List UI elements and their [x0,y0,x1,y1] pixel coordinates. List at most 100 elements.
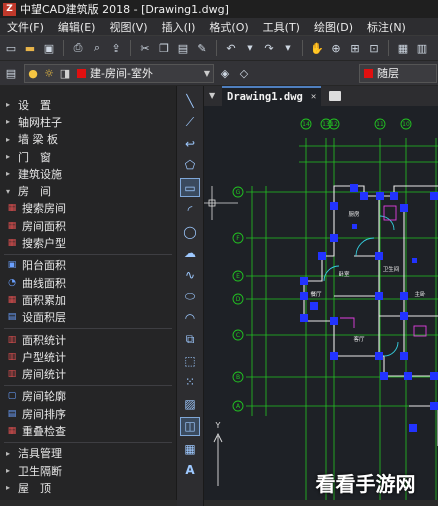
save-icon[interactable]: ▣ [41,40,57,56]
revision-cloud-icon[interactable]: ☁ [181,245,199,262]
panel-group-doors-windows[interactable]: ▸ 门 窗 [0,148,176,165]
chevron-right-icon: ▸ [6,100,11,110]
panel-group-partitions[interactable]: ▸ 卫生隔断 [0,462,176,479]
panel-group-settings[interactable]: ▸ 设 置 [0,96,176,113]
tab-menu-icon[interactable]: ▼ [209,91,215,100]
zoom-window-icon[interactable]: ⊞ [347,40,363,56]
polyline-tool-icon[interactable]: ↩ [181,135,199,152]
menu-tools[interactable]: 工具(T) [256,19,307,35]
tool-curve-area[interactable]: ◔ 曲线面积 [0,274,176,291]
menu-dimension[interactable]: 标注(N) [360,19,413,35]
zoom-previous-icon[interactable]: ⊡ [366,40,382,56]
panel-group-axis[interactable]: ▸ 轴网柱子 [0,113,176,130]
axis-label-top: 14 [302,121,310,128]
tool-balcony-area[interactable]: ▣ 阳台面积 [0,257,176,274]
room-label: 餐厅 [310,290,322,298]
column-block [360,192,368,200]
line-tool-icon[interactable]: ╲ [181,92,199,109]
new-tab-icon[interactable] [329,91,342,101]
region-tool-icon[interactable]: ◫ [180,416,200,436]
zoom-realtime-icon[interactable]: ⊕ [328,40,344,56]
toolbar-divider [216,40,217,56]
properties-icon[interactable]: ▦ [395,40,411,56]
tool-search-unit-type[interactable]: ▦ 搜索户型 [0,234,176,251]
copy-icon[interactable]: ❐ [156,40,172,56]
redo-icon[interactable]: ↷ [261,40,277,56]
tool-label: 设面积层 [22,311,66,325]
spline-tool-icon[interactable]: ∿ [181,266,199,283]
panel-group-walls[interactable]: ▸ 墙 梁 板 [0,131,176,148]
column-block [412,258,417,263]
design-center-icon[interactable]: ▥ [414,40,430,56]
panel-divider [4,441,172,443]
app-logo-icon[interactable]: Z [3,2,16,16]
open-folder-icon[interactable]: ▬ [22,40,38,56]
ellipse-arc-icon[interactable]: ◠ [181,309,199,326]
color-dropdown[interactable]: 随层 [359,63,437,83]
fixture-outline [383,205,397,221]
draw-tool-palette: ╲ ⟋ ↩ ⬠ ▭ ◜ ◯ ☁ ∿ ⬭ ◠ ⧉ ⬚ ⁙ ▨ ◫ ▦ A [177,86,204,506]
panel-group-rooms[interactable]: ▾ 房 间 [0,182,176,199]
panel-group-facilities[interactable]: ▸ 建筑设施 [0,165,176,182]
tab-drawing1[interactable]: Drawing1.dwg ✕ [222,86,322,106]
tool-unit-statistics[interactable]: ▥ 户型统计 [0,348,176,365]
print-icon[interactable]: ⎙ [70,40,86,56]
point-tool-icon[interactable]: ⁙ [181,374,199,391]
arc-tool-icon[interactable]: ◜ [181,202,199,219]
floor-plan-drawing[interactable]: 14 13 12 11 10 G F E D C B A 厨房 餐厅 卧室 卫生… [204,106,438,500]
undo-dropdown-icon[interactable]: ▼ [242,40,258,56]
multiline-text-icon[interactable]: A [181,462,199,479]
circle-tool-icon[interactable]: ◯ [181,223,199,240]
publish-icon[interactable]: ⇪ [108,40,124,56]
tool-area-statistics[interactable]: ▥ 面积统计 [0,331,176,348]
architecture-tool-panel: ▸ 设 置 ▸ 轴网柱子 ▸ 墙 梁 板 ▸ 门 窗 ▸ 建筑设施 ▾ 房 间 … [0,86,177,500]
layer-previous-icon[interactable]: ◇ [236,65,252,81]
make-block-icon[interactable]: ⬚ [181,352,199,369]
menu-format[interactable]: 格式(O) [202,19,255,35]
match-properties-icon[interactable]: ✎ [194,40,210,56]
panel-group-label: 建筑设施 [18,167,62,181]
make-layer-current-icon[interactable]: ◈ [217,65,233,81]
menu-edit[interactable]: 编辑(E) [51,19,103,35]
tool-room-outline[interactable]: ▢ 房间轮廓 [0,388,176,405]
menu-draw[interactable]: 绘图(D) [307,19,360,35]
layer-manager-icon[interactable]: ▤ [3,65,19,81]
paste-icon[interactable]: ▤ [175,40,191,56]
rectangle-tool-icon[interactable]: ▭ [180,178,200,197]
column-block [300,292,308,300]
menu-file[interactable]: 文件(F) [0,19,51,35]
column-block [300,277,308,285]
tool-room-sort[interactable]: ▤ 房间排序 [0,405,176,422]
panel-group-fixtures[interactable]: ▸ 洁具管理 [0,445,176,462]
undo-icon[interactable]: ↶ [223,40,239,56]
construction-line-icon[interactable]: ⟋ [181,114,199,131]
table-tool-icon[interactable]: ▦ [181,440,199,457]
tool-area-sum[interactable]: ▦ 面积累加 [0,291,176,308]
toolbar-divider [302,40,303,56]
pan-hand-icon[interactable]: ✋ [309,40,325,56]
tool-search-rooms[interactable]: ▦ 搜索房间 [0,200,176,217]
close-icon[interactable]: ✕ [311,92,316,102]
column-block [375,292,383,300]
ellipse-tool-icon[interactable]: ⬭ [181,288,199,305]
tool-label: 重叠检查 [22,424,66,438]
print-preview-icon[interactable]: ⌕ [89,40,105,56]
room-area-icon: ▦ [7,220,17,231]
new-file-icon[interactable]: ▭ [3,40,19,56]
menu-insert[interactable]: 插入(I) [155,19,203,35]
chevron-right-icon: ▸ [6,483,11,493]
tool-set-area-layer[interactable]: ▤ 设面积层 [0,309,176,326]
axis-label-top: 11 [376,121,384,128]
tool-overlap-check[interactable]: ▦ 重叠检查 [0,422,176,439]
tool-room-area[interactable]: ▦ 房间面积 [0,217,176,234]
tool-room-statistics[interactable]: ▥ 房间统计 [0,365,176,382]
redo-dropdown-icon[interactable]: ▼ [280,40,296,56]
insert-block-icon[interactable]: ⧉ [181,331,199,348]
cut-icon[interactable]: ✂ [137,40,153,56]
hatch-tool-icon[interactable]: ▨ [181,395,199,412]
menu-view[interactable]: 视图(V) [102,19,154,35]
panel-group-roof[interactable]: ▸ 屋 顶 [0,479,176,496]
layer-dropdown[interactable]: ● ☼ ◨ 建-房间-室外 ▼ [24,63,214,83]
polygon-tool-icon[interactable]: ⬠ [181,157,199,174]
drawing-canvas-area[interactable]: ▼ Drawing1.dwg ✕ 14 13 12 11 10 G F E D … [204,86,438,500]
